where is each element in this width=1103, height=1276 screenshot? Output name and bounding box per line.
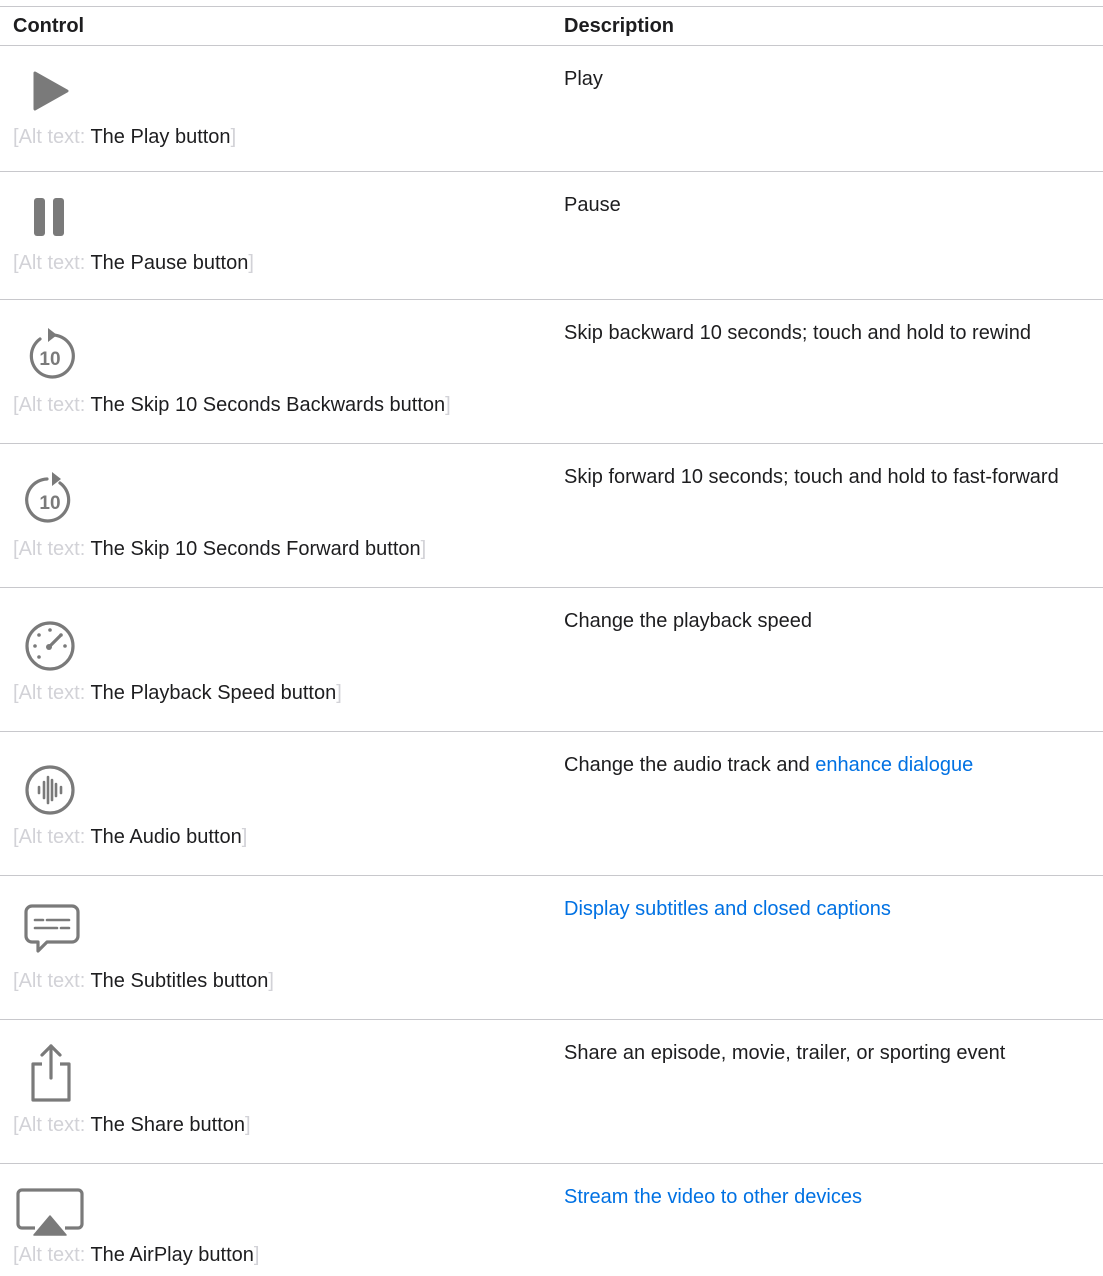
alt-text-name: The Play button	[90, 126, 231, 148]
control-cell: 10 [Alt text: The Skip 10 Seconds Backwa…	[0, 300, 551, 444]
alt-text-label: Alt text:	[18, 252, 86, 274]
skip-back-10-icon: 10	[29, 328, 75, 379]
table-row: 10 [Alt text: The Skip 10 Seconds Forwar…	[0, 444, 1103, 588]
description-text: Play	[564, 68, 603, 90]
alt-text-label: Alt text:	[18, 126, 86, 148]
control-cell: [Alt text: The Pause button]	[0, 172, 551, 300]
description-text: Change the playback speed	[564, 610, 812, 632]
skip-back-10-label: 10	[39, 349, 60, 370]
subtitles-icon	[24, 904, 80, 953]
description-cell: Share an episode, movie, trailer, or spo…	[551, 1020, 1103, 1164]
description-link[interactable]: Stream the video to other devices	[564, 1186, 862, 1208]
alt-text-name: The AirPlay button	[90, 1244, 254, 1266]
description-cell: Change the playback speed	[551, 588, 1103, 732]
table-header-row: Control Description	[0, 6, 1103, 46]
play-icon	[33, 71, 69, 111]
airplay-icon	[16, 1188, 84, 1236]
alt-text-name: The Subtitles button	[90, 970, 269, 992]
alt-text-label: Alt text:	[18, 1244, 86, 1266]
control-cell: [Alt text: The Share button]	[0, 1020, 551, 1164]
control-cell: [Alt text: The Audio button]	[0, 732, 551, 876]
alt-text-label: Alt text:	[18, 394, 86, 416]
skip-forward-10-icon: 10	[25, 472, 71, 523]
description-cell: Change the audio track and enhance dialo…	[551, 732, 1103, 876]
alt-text-label: Alt text:	[18, 538, 86, 560]
description-link[interactable]: enhance dialogue	[815, 754, 973, 776]
description-cell: Skip backward 10 seconds; touch and hold…	[551, 300, 1103, 444]
description-text: Pause	[564, 194, 621, 216]
description-text: Skip forward 10 seconds; touch and hold …	[564, 466, 1059, 488]
description-cell: Skip forward 10 seconds; touch and hold …	[551, 444, 1103, 588]
table-row: [Alt text: The Share button] Share an ep…	[0, 1020, 1103, 1164]
table-row: [Alt text: The Pause button] Pause	[0, 172, 1103, 300]
description-cell: Stream the video to other devices	[551, 1164, 1103, 1276]
alt-text-name: The Skip 10 Seconds Forward button	[90, 538, 421, 560]
table-row: [Alt text: The Audio button] Change the …	[0, 732, 1103, 876]
alt-text-name: The Audio button	[90, 826, 242, 848]
alt-text-label: Alt text:	[18, 826, 86, 848]
description-cell: Pause	[551, 172, 1103, 300]
table-row: [Alt text: The Subtitles button] Display…	[0, 876, 1103, 1020]
control-cell: 10 [Alt text: The Skip 10 Seconds Forwar…	[0, 444, 551, 588]
header-description: Description	[564, 14, 675, 37]
alt-text-name: The Playback Speed button	[90, 682, 337, 704]
control-cell: [Alt text: The Play button]	[0, 46, 551, 172]
alt-text-name: The Share button	[90, 1114, 246, 1136]
description-link[interactable]: Display subtitles and closed captions	[564, 898, 891, 920]
controls-table-page: Control Description [Alt text: The Play …	[0, 0, 1103, 1276]
alt-text-label: Alt text:	[18, 970, 86, 992]
header-control: Control	[13, 14, 85, 37]
control-cell: [Alt text: The AirPlay button]	[0, 1164, 551, 1276]
control-cell: [Alt text: The Subtitles button]	[0, 876, 551, 1020]
description-cell: Display subtitles and closed captions	[551, 876, 1103, 1020]
alt-text-label: Alt text:	[18, 682, 86, 704]
alt-text-name: The Skip 10 Seconds Backwards button	[90, 394, 446, 416]
audio-waveform-icon	[25, 765, 75, 815]
description-text: Share an episode, movie, trailer, or spo…	[564, 1042, 1006, 1064]
alt-text-label: Alt text:	[18, 1114, 86, 1136]
table-row: [Alt text: The Playback Speed button] Ch…	[0, 588, 1103, 732]
description-cell: Play	[551, 46, 1103, 172]
skip-forward-10-label: 10	[39, 493, 60, 514]
table-row: [Alt text: The AirPlay button] Stream th…	[0, 1164, 1103, 1276]
playback-speed-icon	[25, 621, 75, 671]
table-row: 10 [Alt text: The Skip 10 Seconds Backwa…	[0, 300, 1103, 444]
controls-table: Control Description [Alt text: The Play …	[0, 6, 1103, 1276]
description-text: Skip backward 10 seconds; touch and hold…	[564, 322, 1031, 344]
share-icon	[31, 1044, 71, 1102]
pause-icon	[34, 198, 64, 236]
description-text: Change the audio track and	[564, 754, 816, 776]
alt-text-name: The Pause button	[90, 252, 249, 274]
table-row: [Alt text: The Play button] Play	[0, 46, 1103, 172]
control-cell: [Alt text: The Playback Speed button]	[0, 588, 551, 732]
